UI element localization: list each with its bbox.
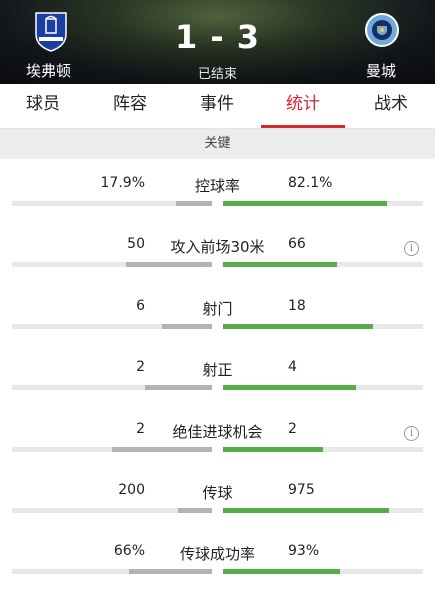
home-stat-bar [145, 385, 212, 390]
stat-label: 传球成功率 [179, 545, 255, 563]
home-stat-track [12, 385, 212, 390]
away-stat-value: 66 [288, 236, 306, 252]
away-stat-value: 4 [288, 359, 297, 375]
away-stat-bar [223, 569, 340, 574]
away-stat-track [223, 385, 423, 390]
home-stat-track [12, 201, 212, 206]
stat-row: 66% 传球成功率 93% [0, 543, 435, 601]
away-stat-bar [223, 324, 373, 329]
home-stat-bar [162, 324, 212, 329]
info-icon[interactable]: i [404, 426, 419, 441]
away-stat-value: 18 [288, 298, 306, 314]
stat-row: 2 射正 4 [0, 359, 435, 417]
away-stat-value: 93% [288, 543, 320, 559]
tab-bar: 球员 阵容 事件 统计 战术 [0, 84, 435, 129]
home-stat-track [12, 569, 212, 574]
tab-stats[interactable]: 统计 [268, 84, 338, 128]
tab-events[interactable]: 事件 [182, 84, 252, 128]
away-stat-bar [223, 262, 337, 267]
stat-label: 攻入前场30米 [170, 238, 265, 256]
stat-row: 6 射门 18 [0, 298, 435, 356]
info-icon[interactable]: i [404, 241, 419, 256]
home-stat-bar [178, 508, 212, 513]
home-stat-bar [112, 447, 212, 452]
tab-lineup[interactable]: 阵容 [95, 84, 165, 128]
away-stat-bar [223, 201, 388, 206]
stat-row: 17.9% 控球率 82.1% [0, 175, 435, 233]
away-stat-track [223, 262, 423, 267]
tab-tactics[interactable]: 战术 [356, 84, 426, 128]
away-stat-track [223, 324, 423, 329]
home-stat-track [12, 324, 212, 329]
tab-players[interactable]: 球员 [8, 84, 78, 128]
stat-row: 200 传球 975 [0, 482, 435, 540]
away-stat-value: 82.1% [288, 175, 333, 191]
home-stat-bar [176, 201, 212, 206]
away-stat-value: 975 [288, 482, 315, 498]
stat-row: 50 攻入前场30米 66 i [0, 236, 435, 294]
section-header: 关键 [0, 129, 435, 159]
home-stat-value: 17.9% [100, 175, 145, 191]
away-stat-track [223, 447, 423, 452]
home-stat-track [12, 447, 212, 452]
stat-row: 2 绝佳进球机会 2 i [0, 421, 435, 479]
away-team-name[interactable]: 曼城 [366, 60, 396, 81]
home-stat-bar [129, 569, 212, 574]
home-stat-track [12, 262, 212, 267]
away-stat-track [223, 569, 423, 574]
manchester-city-crest-icon[interactable] [364, 10, 400, 52]
active-tab-indicator [261, 125, 345, 128]
stat-label: 控球率 [194, 177, 240, 195]
home-stat-bar [125, 262, 212, 267]
away-stat-value: 2 [288, 421, 297, 437]
away-stat-bar [223, 447, 323, 452]
stat-label: 射门 [202, 300, 233, 318]
home-stat-track [12, 508, 212, 513]
away-stat-bar [223, 385, 357, 390]
stat-label: 绝佳进球机会 [172, 423, 263, 441]
away-stat-bar [223, 508, 389, 513]
away-stat-track [223, 508, 423, 513]
stat-label: 传球 [202, 484, 233, 502]
away-stat-track [223, 201, 423, 206]
match-header: 埃弗顿 1 - 3 已结束 曼城 [0, 0, 435, 84]
stat-label: 射正 [202, 361, 233, 379]
